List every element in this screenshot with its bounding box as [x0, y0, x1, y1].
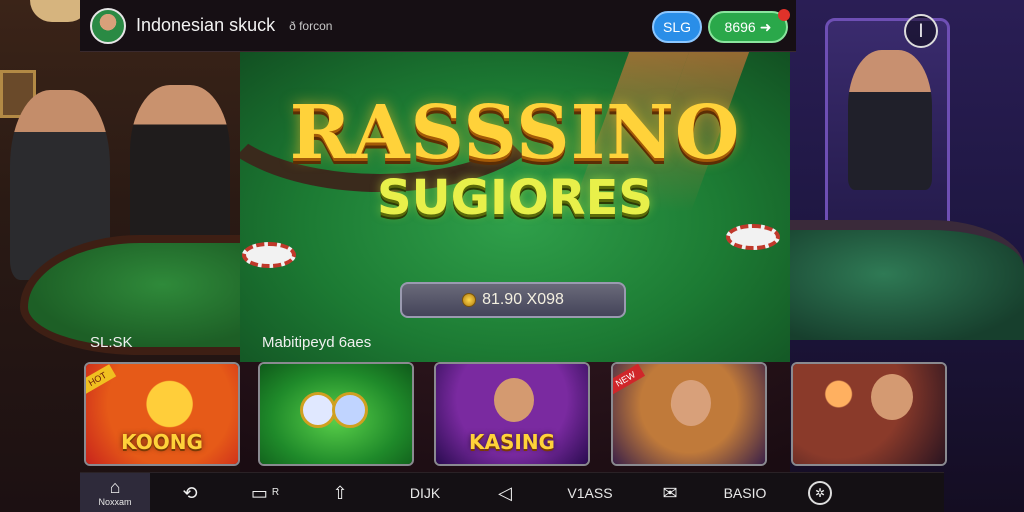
app-subtitle: ð forcon: [289, 18, 333, 33]
balance-value: 81.90 X098: [482, 291, 564, 308]
level-badge-button[interactable]: SLG: [652, 11, 702, 43]
game-card-hero[interactable]: NEW: [611, 362, 767, 466]
level-badge-label: SLG: [662, 19, 691, 35]
coin-icon: [462, 293, 477, 307]
avatar[interactable]: [90, 7, 126, 44]
player-figure: [130, 85, 230, 250]
nav-dijk[interactable]: DIJK: [380, 473, 470, 512]
upload-icon: ⇧: [332, 482, 348, 503]
top-bar: Indonesian skuck ð forcon SLG 8696 ➜: [80, 0, 796, 52]
hero-title: RASSSINO: [289, 90, 741, 176]
dice-icon: [300, 392, 336, 428]
nav-refresh[interactable]: ⟲: [150, 473, 230, 512]
coins-button[interactable]: 8696 ➜: [708, 9, 790, 43]
nav-home-label: Noxxam: [98, 497, 132, 507]
nav-vass[interactable]: V1ASS: [540, 473, 640, 512]
nav-mail[interactable]: ✉: [640, 473, 700, 512]
nav-back[interactable]: ◁: [470, 473, 540, 512]
coins-value: 8696: [724, 19, 756, 35]
dealer-figure: [848, 50, 932, 190]
settings-icon: ✲: [808, 480, 832, 505]
wallet-icon: ▭: [250, 482, 268, 503]
character-face: [871, 374, 913, 420]
app-title: Indonesian skuck: [136, 15, 276, 35]
game-art: [793, 364, 945, 464]
game-title: KOONG: [121, 430, 203, 454]
balance-button[interactable]: 81.90 X098: [400, 282, 626, 318]
refresh-icon: ⟲: [182, 482, 198, 503]
arrow-right-icon: ➜: [759, 18, 772, 35]
game-card-kasing[interactable]: KASING: [434, 362, 590, 466]
nav-vass-label: V1ASS: [567, 484, 613, 501]
right-casino-table: [790, 220, 1024, 340]
nav-dijk-label: DIJK: [409, 484, 441, 501]
nav-home[interactable]: ⌂ Noxxam: [80, 472, 150, 512]
nav-wallet[interactable]: ▭ R: [230, 473, 300, 512]
casino-lobby-screen: ǀ RASSSINO SUGIORES 81.90 X098 Indonesia…: [0, 0, 1024, 512]
nav-basio-label: BASIO: [723, 484, 767, 501]
game-card-dice[interactable]: [258, 362, 414, 466]
dice-icon: [332, 392, 368, 428]
poker-chips-icon: [242, 242, 296, 268]
section-label-left: SL:SK: [90, 334, 133, 351]
notification-dot: [778, 9, 790, 21]
nav-basio[interactable]: BASIO: [700, 473, 790, 512]
back-icon: ◁: [498, 482, 512, 503]
mail-icon: ✉: [662, 482, 678, 503]
poker-chips-icon: [726, 224, 780, 250]
game-title: KASING: [469, 430, 555, 454]
info-icon: ǀ: [918, 20, 924, 41]
home-icon: ⌂: [109, 477, 121, 497]
nav-wallet-label: R: [271, 487, 280, 498]
bottom-navigation: ⌂ Noxxam ⟲ ▭ R ⇧ DIJK ◁ V1ASS ✉ BASIO ✲: [80, 472, 944, 512]
character-face: [494, 378, 534, 422]
hero-banner[interactable]: RASSSINO SUGIORES 81.90 X098: [240, 52, 790, 362]
character-face: [671, 380, 711, 426]
hero-subtitle: SUGIORES: [377, 170, 653, 226]
game-card-koong[interactable]: HOT KOONG: [84, 362, 240, 466]
info-button[interactable]: ǀ: [904, 14, 938, 48]
nav-settings[interactable]: ✲: [790, 473, 850, 512]
nav-upload[interactable]: ⇧: [300, 473, 380, 512]
game-card-businessman[interactable]: [791, 362, 947, 466]
section-label-multiplayer: Mabitipeyd 6aes: [262, 334, 372, 351]
